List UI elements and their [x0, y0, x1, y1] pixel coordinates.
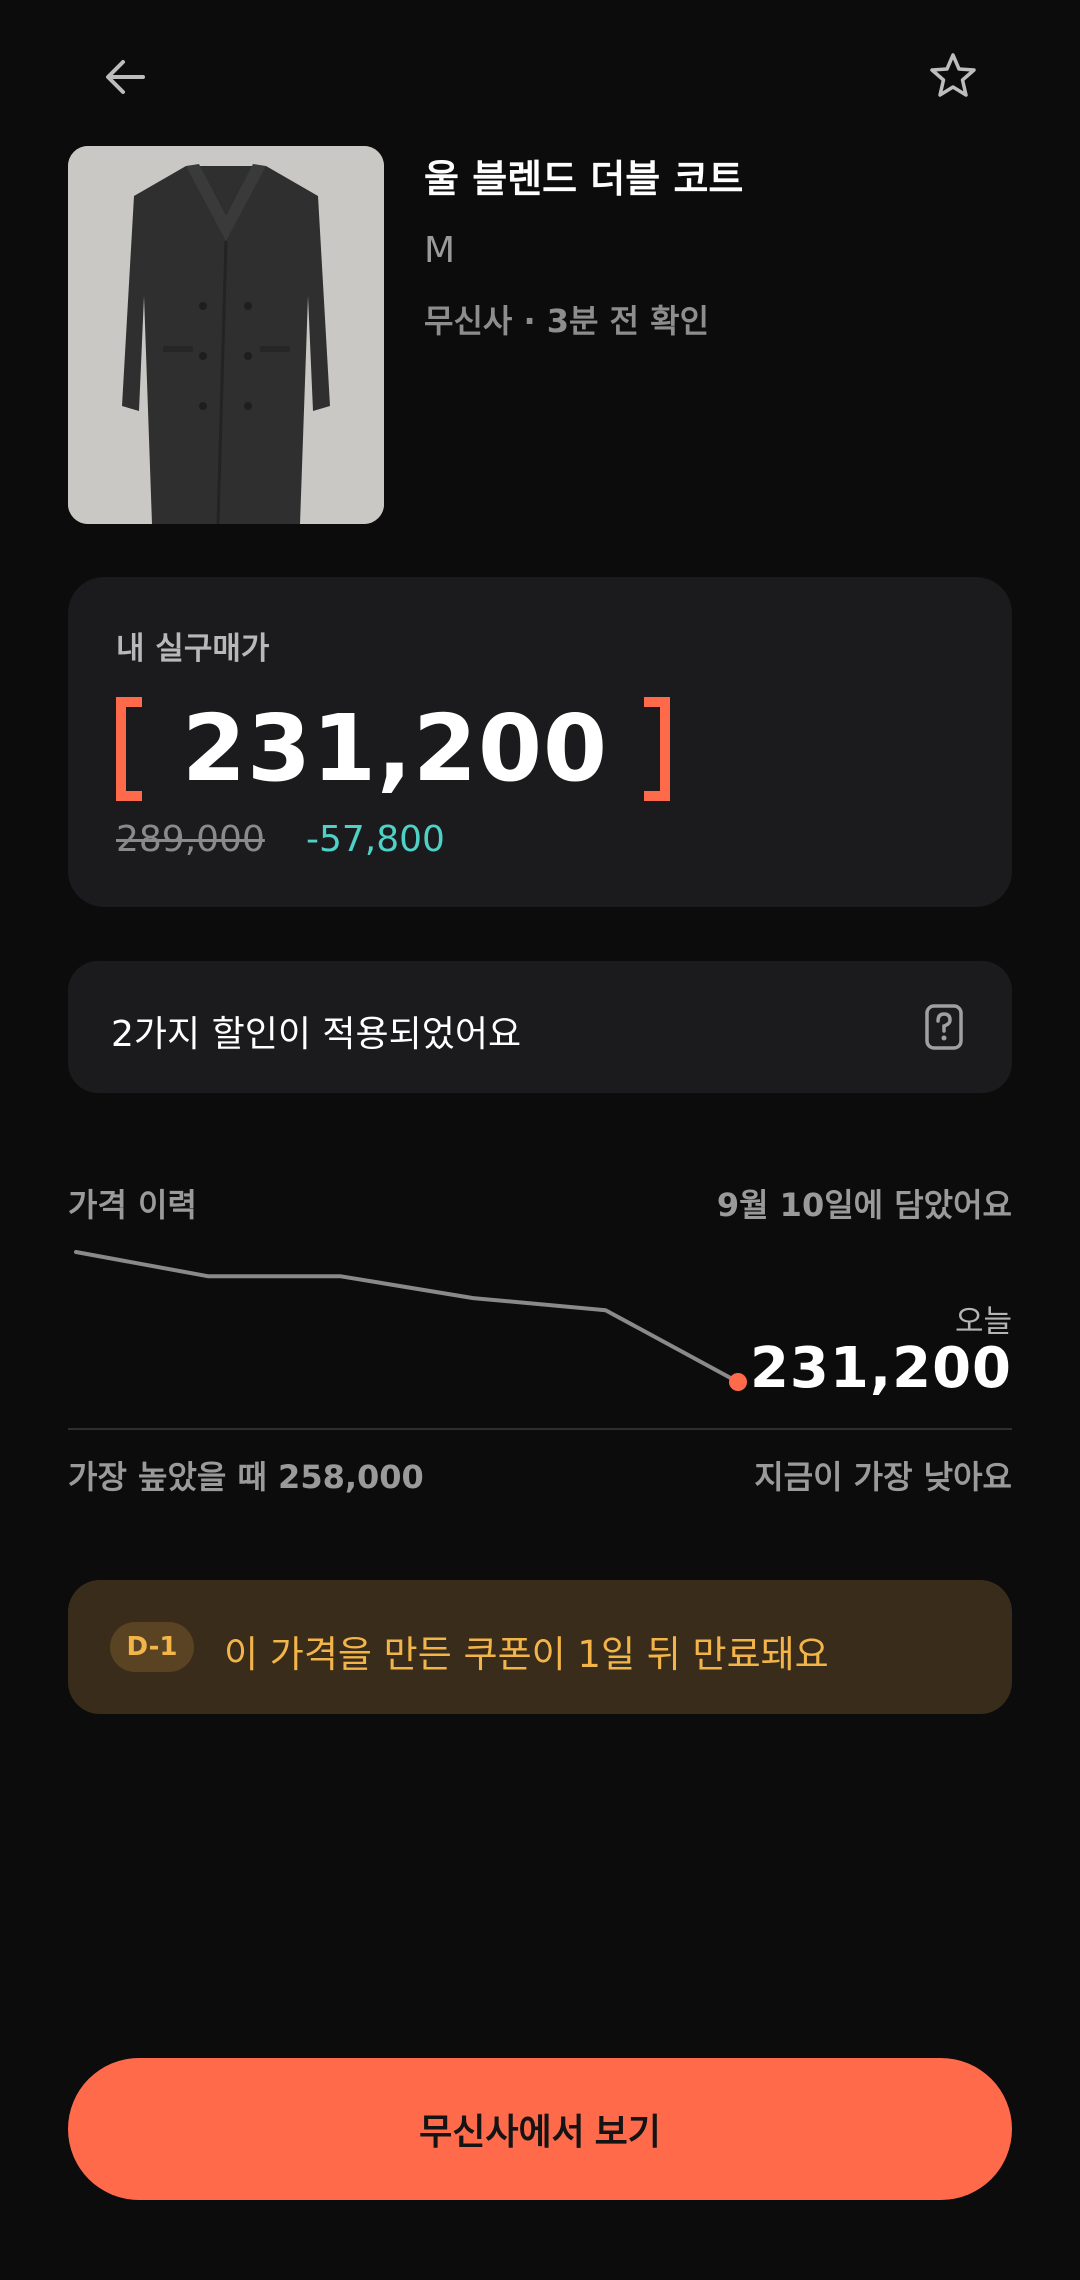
price-row: 231,200 — [116, 689, 671, 809]
price-history-chart — [74, 1250, 747, 1391]
product-image[interactable] — [68, 146, 384, 524]
highest-price-text: 가장 높았을 때 258,000 — [68, 1458, 424, 1496]
history-divider — [68, 1428, 1012, 1430]
dday-badge: D-1 — [110, 1622, 194, 1672]
original-price: 289,000 — [116, 819, 265, 860]
favorite-button[interactable] — [920, 42, 986, 108]
cta-label: 무신사에서 보기 — [419, 2111, 661, 2152]
history-date: 9월 10일에 담았어요 — [716, 1186, 1012, 1224]
today-price: 231,200 — [749, 1336, 1012, 1401]
discount-info-card[interactable]: 2가지 할인이 적용되었어요 — [68, 961, 1012, 1093]
history-title: 가격 이력 — [68, 1186, 197, 1224]
view-in-store-button[interactable]: 무신사에서 보기 — [68, 2058, 1012, 2200]
product-meta: 무신사 · 3분 전 확인 — [424, 302, 710, 340]
discount-info-text: 2가지 할인이 적용되었어요 — [111, 1014, 522, 1055]
lowest-now-text: 지금이 가장 낮아요 — [754, 1458, 1012, 1496]
arrow-left-icon — [106, 60, 145, 94]
price-card: 내 실구매가 231,200 289,000 -57,800 — [68, 577, 1012, 907]
discount-amount: -57,800 — [306, 819, 445, 860]
bracket-left — [116, 697, 142, 801]
help-icon[interactable] — [924, 1003, 964, 1051]
product-size: M — [424, 230, 456, 271]
price-label: 내 실구매가 — [116, 631, 270, 667]
star-icon — [930, 53, 976, 97]
coupon-text: 이 가격을 만든 쿠폰이 1일 뒤 만료돼요 — [224, 1633, 829, 1676]
final-price: 231,200 — [182, 695, 609, 802]
bracket-right — [644, 697, 671, 801]
back-button[interactable] — [92, 44, 158, 110]
current-price-point — [729, 1373, 747, 1391]
coupon-banner[interactable]: D-1 이 가격을 만든 쿠폰이 1일 뒤 만료돼요 — [68, 1580, 1012, 1714]
coat-image — [68, 146, 384, 524]
today-label: 오늘 — [954, 1304, 1012, 1340]
price-line — [74, 1250, 740, 1384]
product-title: 울 블렌드 더블 코트 — [424, 157, 744, 201]
